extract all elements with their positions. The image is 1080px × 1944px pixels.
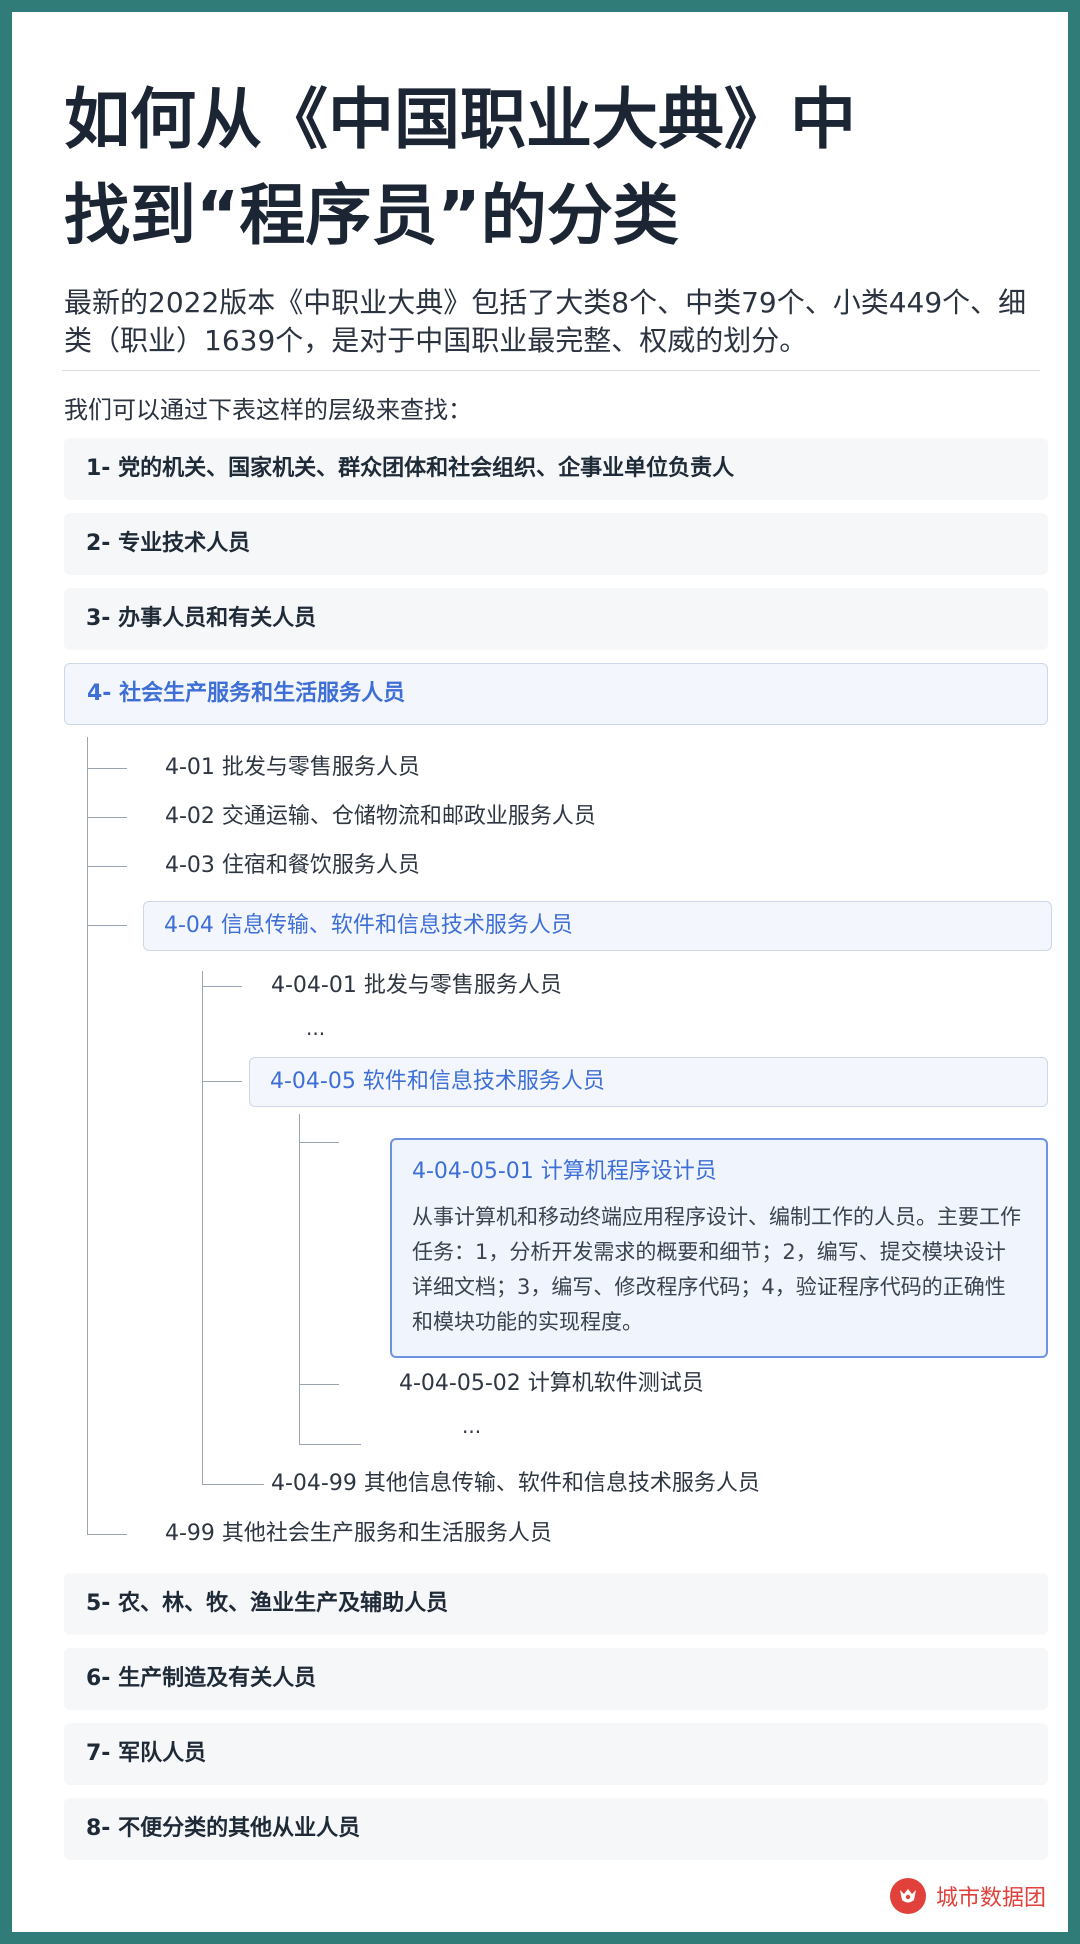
small-category-40405: 4-04-05 软件和信息技术服务人员 bbox=[249, 1057, 1048, 1107]
title-line-1: 如何从《中国职业大典》中 bbox=[64, 81, 856, 158]
major-category-1: 1- 党的机关、国家机关、群众团体和社会组织、企事业单位负责人 bbox=[64, 438, 1048, 500]
tree-line bbox=[202, 971, 203, 1484]
mid-category-401: 4-01 批发与零售服务人员 bbox=[165, 755, 420, 780]
mid-category-404: 4-04 信息传输、软件和信息技术服务人员 bbox=[143, 901, 1052, 951]
brand-logo-icon bbox=[889, 1878, 926, 1914]
intro-paragraph: 最新的2022版本《中职业大典》包括了大类8个、中类79个、小类449个、细类（… bbox=[64, 286, 1027, 357]
divider bbox=[62, 370, 1040, 371]
tree-branch bbox=[87, 817, 127, 818]
brand-mark: 城市数据团 bbox=[889, 1878, 1046, 1914]
infographic-card: 如何从《中国职业大典》中 找到“程序员”的分类 最新的2022版本《中职业大典》… bbox=[12, 12, 1068, 1932]
tree-branch bbox=[87, 925, 127, 926]
occupation-40405-02: 4-04-05-02 计算机软件测试员 bbox=[399, 1371, 704, 1396]
tree-branch bbox=[202, 1081, 242, 1082]
major-category-8: 8- 不便分类的其他从业人员 bbox=[64, 1798, 1048, 1860]
tree-branch bbox=[87, 866, 127, 867]
page-title: 如何从《中国职业大典》中 找到“程序员”的分类 bbox=[64, 72, 984, 264]
tree-branch bbox=[202, 1484, 264, 1485]
major-category-4: 4- 社会生产服务和生活服务人员 bbox=[64, 663, 1048, 725]
small-category-40401: 4-04-01 批发与零售服务人员 bbox=[271, 973, 562, 998]
major-category-3: 3- 办事人员和有关人员 bbox=[64, 588, 1048, 650]
major-category-5: 5- 农、林、牧、渔业生产及辅助人员 bbox=[64, 1573, 1048, 1635]
mid-category-403: 4-03 住宿和餐饮服务人员 bbox=[165, 853, 420, 878]
major-category-2: 2- 专业技术人员 bbox=[64, 513, 1048, 575]
occupation-detail-card: 4-04-05-01 计算机程序设计员 从事计算机和移动终端应用程序设计、编制工… bbox=[390, 1138, 1048, 1358]
tree-branch bbox=[87, 768, 127, 769]
major-category-6: 6- 生产制造及有关人员 bbox=[64, 1648, 1048, 1710]
tree-line bbox=[87, 737, 88, 1534]
mid-category-402: 4-02 交通运输、仓储物流和邮政业服务人员 bbox=[165, 804, 596, 829]
lead-text: 我们可以通过下表这样的层级来查找： bbox=[64, 396, 472, 424]
tree-branch bbox=[299, 1444, 361, 1445]
tree-line bbox=[299, 1114, 300, 1444]
mid-category-499: 4-99 其他社会生产服务和生活服务人员 bbox=[165, 1521, 552, 1546]
tree-branch bbox=[87, 1534, 127, 1535]
brand-name: 城市数据团 bbox=[935, 1886, 1046, 1911]
ellipsis: ... bbox=[462, 1414, 482, 1438]
major-category-7: 7- 军队人员 bbox=[64, 1723, 1048, 1785]
occupation-description: 从事计算机和移动终端应用程序设计、编制工作的人员。主要工作任务：1，分析开发需求… bbox=[412, 1205, 1021, 1334]
occupation-title: 4-04-05-01 计算机程序设计员 bbox=[412, 1159, 717, 1184]
tree-branch bbox=[299, 1384, 339, 1385]
tree-branch bbox=[202, 986, 242, 987]
tree-branch bbox=[299, 1142, 339, 1143]
title-line-2: 找到“程序员”的分类 bbox=[64, 177, 679, 254]
ellipsis: ... bbox=[306, 1016, 326, 1040]
small-category-40499: 4-04-99 其他信息传输、软件和信息技术服务人员 bbox=[271, 1471, 760, 1496]
